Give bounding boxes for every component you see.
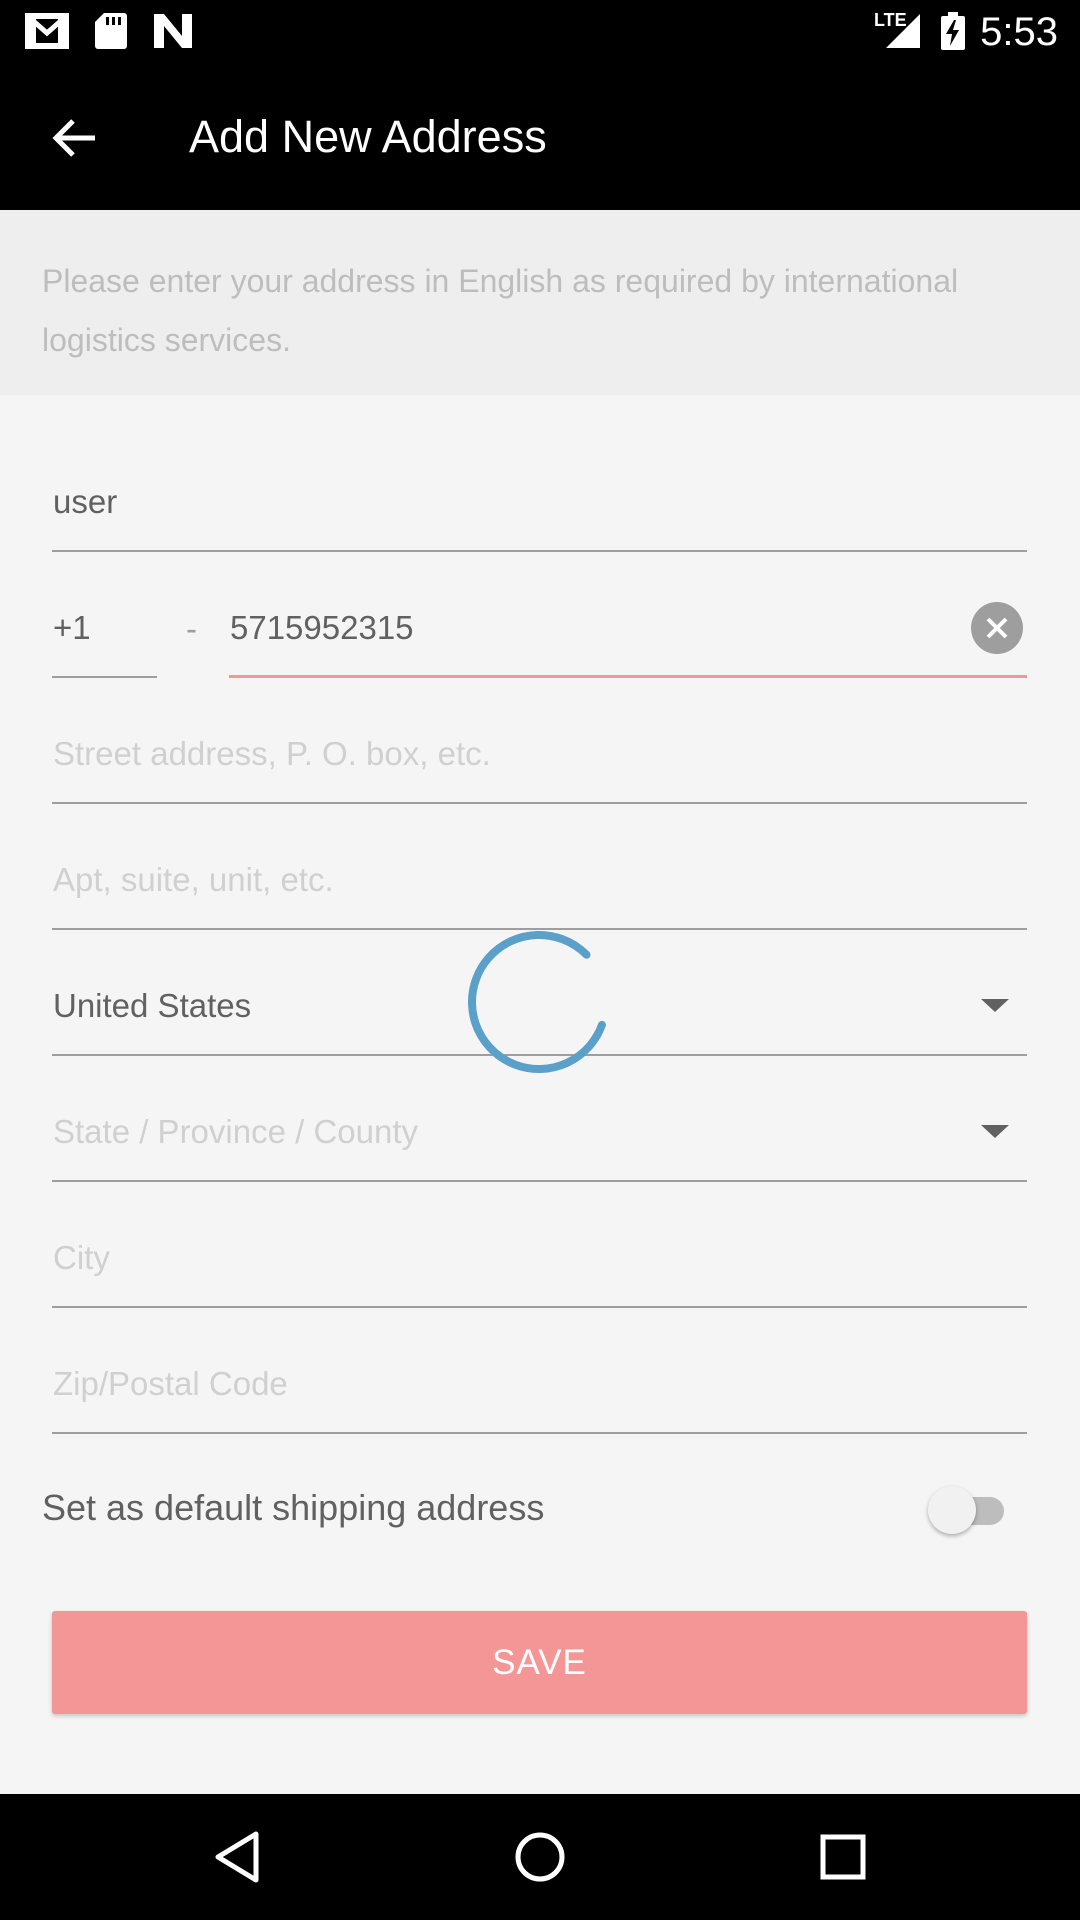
phone-separator: - (186, 610, 197, 647)
phone-value: 5715952315 (230, 609, 414, 646)
nav-home-button[interactable] (495, 1820, 585, 1894)
triangle-back-icon (215, 1831, 259, 1883)
country-value: United States (53, 987, 252, 1024)
app-toolbar: Add New Address (0, 63, 1080, 210)
toggle-thumb (928, 1486, 976, 1534)
navigation-bar (0, 1794, 1080, 1920)
phone-field[interactable]: 5715952315 (229, 552, 1027, 678)
country-code-value: +1 (53, 609, 91, 646)
sd-card-icon (95, 13, 127, 49)
city-field[interactable]: City (52, 1182, 1027, 1308)
close-icon (986, 617, 1008, 639)
circle-home-icon (515, 1832, 565, 1882)
dropdown-arrow-icon (981, 999, 1009, 1012)
apt-suite-field[interactable]: Apt, suite, unit, etc. (52, 804, 1027, 930)
page-title: Add New Address (189, 111, 547, 162)
clear-phone-button[interactable] (971, 602, 1023, 654)
zip-underline (52, 1432, 1027, 1434)
notice-text: Please enter your address in English as … (42, 263, 959, 358)
loading-spinner-icon (468, 931, 610, 1073)
back-button[interactable] (30, 103, 118, 173)
battery-charging-icon (941, 12, 965, 50)
default-shipping-label: Set as default shipping address (42, 1487, 545, 1528)
notice-banner: Please enter your address in English as … (0, 210, 1080, 395)
gmail-icon (25, 13, 69, 49)
street-address-placeholder: Street address, P. O. box, etc. (53, 735, 491, 772)
zip-field[interactable]: Zip/Postal Code (52, 1308, 1027, 1434)
zip-placeholder: Zip/Postal Code (53, 1365, 288, 1402)
status-bar: LTE 5:53 (0, 0, 1080, 63)
status-time: 5:53 (980, 10, 1058, 54)
nav-back-button[interactable] (192, 1820, 282, 1894)
default-shipping-row: Set as default shipping address (42, 1478, 1012, 1540)
state-placeholder: State / Province / County (53, 1113, 419, 1150)
n-icon (154, 14, 192, 48)
dropdown-arrow-icon (981, 1125, 1009, 1138)
default-shipping-toggle[interactable] (928, 1484, 1012, 1534)
name-field[interactable]: user (52, 426, 1027, 552)
square-recents-icon (820, 1834, 866, 1880)
lte-signal-icon (886, 14, 920, 48)
street-address-field[interactable]: Street address, P. O. box, etc. (52, 678, 1027, 804)
arrow-back-icon (52, 119, 95, 157)
save-button[interactable]: SAVE (52, 1611, 1027, 1714)
city-placeholder: City (53, 1239, 110, 1276)
country-code-field[interactable]: +1 (52, 552, 157, 678)
nav-recents-button[interactable] (798, 1820, 888, 1894)
name-value: user (53, 483, 118, 520)
apt-suite-placeholder: Apt, suite, unit, etc. (53, 861, 334, 898)
